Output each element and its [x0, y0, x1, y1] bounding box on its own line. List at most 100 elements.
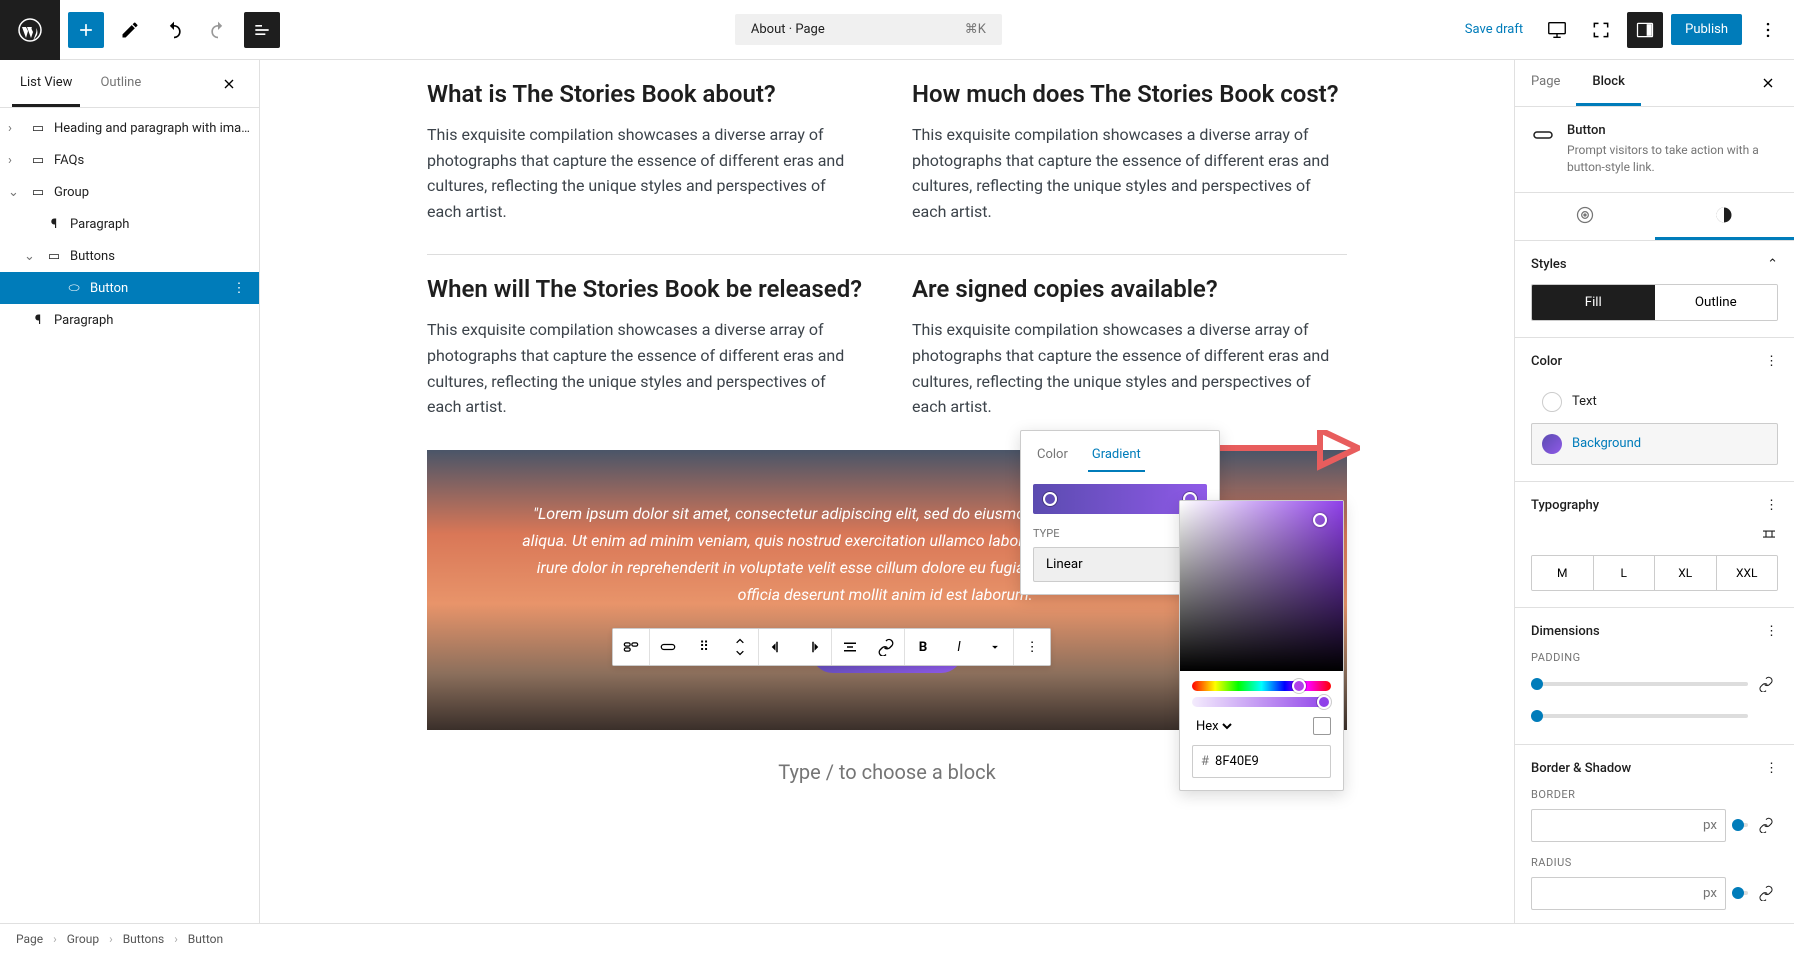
- block-options-button[interactable]: ⋮: [1014, 629, 1050, 665]
- save-draft-button[interactable]: Save draft: [1457, 14, 1531, 45]
- copy-color-button[interactable]: [1313, 717, 1331, 735]
- more-rich-text-button[interactable]: [977, 629, 1013, 665]
- move-buttons[interactable]: [722, 629, 758, 665]
- tree-item-paragraph[interactable]: ¶Paragraph: [0, 208, 259, 240]
- background-swatch: [1542, 434, 1562, 454]
- gradient-stop-left[interactable]: [1043, 492, 1057, 506]
- tree-item-group[interactable]: ⌄▭Group: [0, 176, 259, 208]
- block-breadcrumbs: Page› Group› Buttons› Button: [0, 923, 1794, 953]
- border-width-input[interactable]: [1531, 809, 1726, 842]
- padding-slider-h[interactable]: [1531, 682, 1748, 686]
- unlink-radius-icon[interactable]: [1754, 881, 1778, 905]
- radius-slider[interactable]: [1732, 891, 1748, 895]
- tree-item-paragraph-2[interactable]: ¶Paragraph: [0, 304, 259, 336]
- color-format-select[interactable]: Hex: [1192, 718, 1235, 735]
- faq-answer[interactable]: This exquisite compilation showcases a d…: [912, 122, 1347, 224]
- radius-input[interactable]: [1531, 877, 1726, 910]
- gradient-type-label: TYPE: [1033, 527, 1059, 540]
- size-xl-button[interactable]: XL: [1654, 556, 1716, 590]
- tree-item-button-selected[interactable]: ⬭Button⋮: [0, 272, 259, 304]
- wp-logo[interactable]: [0, 0, 60, 60]
- tree-item-faqs[interactable]: ›▭FAQs: [0, 144, 259, 176]
- hue-slider[interactable]: [1192, 681, 1331, 691]
- move-left-button[interactable]: [759, 629, 795, 665]
- close-settings-button[interactable]: [1750, 65, 1786, 101]
- align-button[interactable]: [832, 629, 868, 665]
- breadcrumb-item[interactable]: Buttons: [123, 932, 165, 946]
- style-fill-button[interactable]: Fill: [1532, 285, 1655, 320]
- faq-answer[interactable]: This exquisite compilation showcases a d…: [427, 317, 862, 419]
- padding-label: PADDING: [1531, 651, 1778, 664]
- italic-button[interactable]: I: [941, 629, 977, 665]
- breadcrumb-item[interactable]: Page: [16, 932, 43, 946]
- color-panel-title: Color: [1531, 354, 1562, 369]
- faq-question[interactable]: Are signed copies available?: [912, 275, 1347, 303]
- hex-input[interactable]: #: [1192, 745, 1331, 778]
- tab-block[interactable]: Block: [1576, 60, 1640, 106]
- close-list-view-button[interactable]: [211, 66, 247, 102]
- border-label: BORDER: [1531, 788, 1778, 801]
- border-slider[interactable]: [1732, 823, 1748, 827]
- gradient-tab[interactable]: Gradient: [1088, 439, 1145, 472]
- parent-block-button[interactable]: [613, 629, 649, 665]
- size-l-button[interactable]: L: [1593, 556, 1655, 590]
- faq-question[interactable]: When will The Stories Book be released?: [427, 275, 862, 303]
- text-swatch: [1542, 392, 1562, 412]
- border-panel-title: Border & Shadow: [1531, 761, 1631, 776]
- link-button[interactable]: [868, 629, 904, 665]
- faq-question[interactable]: What is The Stories Book about?: [427, 80, 862, 108]
- options-button[interactable]: [1750, 12, 1786, 48]
- page-title-command[interactable]: About · Page ⌘K: [735, 14, 1002, 45]
- document-overview-button[interactable]: [244, 12, 280, 48]
- border-options-icon[interactable]: ⋮: [1765, 761, 1778, 776]
- view-desktop-button[interactable]: [1539, 12, 1575, 48]
- collapse-icon[interactable]: ⌃: [1767, 257, 1778, 272]
- radius-label: RADIUS: [1531, 856, 1778, 869]
- fullscreen-button[interactable]: [1583, 12, 1619, 48]
- size-m-button[interactable]: M: [1532, 556, 1593, 590]
- settings-sidebar: Page Block Button Prompt visitors to tak…: [1514, 60, 1794, 923]
- publish-button[interactable]: Publish: [1671, 14, 1742, 45]
- drag-handle[interactable]: ⠿: [686, 629, 722, 665]
- color-options-icon[interactable]: ⋮: [1765, 354, 1778, 369]
- block-type-button[interactable]: [650, 629, 686, 665]
- tab-outline[interactable]: Outline: [92, 61, 149, 107]
- style-outline-button[interactable]: Outline: [1655, 285, 1778, 320]
- redo-button[interactable]: [200, 12, 236, 48]
- faq-answer[interactable]: This exquisite compilation showcases a d…: [912, 317, 1347, 419]
- tab-page[interactable]: Page: [1515, 60, 1576, 106]
- text-color-row[interactable]: Text: [1531, 381, 1778, 423]
- size-xxl-button[interactable]: XXL: [1716, 556, 1778, 590]
- add-block-button[interactable]: [68, 12, 104, 48]
- faq-answer[interactable]: This exquisite compilation showcases a d…: [427, 122, 862, 224]
- tree-item-options-icon[interactable]: ⋮: [227, 276, 251, 300]
- background-color-row[interactable]: Background: [1531, 423, 1778, 465]
- undo-button[interactable]: [156, 12, 192, 48]
- editor-canvas[interactable]: What is The Stories Book about? This exqu…: [260, 60, 1514, 923]
- breadcrumb-item[interactable]: Group: [67, 932, 99, 946]
- top-toolbar: About · Page ⌘K Save draft Publish: [0, 0, 1794, 60]
- unlink-border-icon[interactable]: [1754, 813, 1778, 837]
- saturation-area[interactable]: [1180, 501, 1343, 671]
- settings-tab-icon[interactable]: [1515, 193, 1655, 240]
- tree-item-heading-paragraph[interactable]: ›▭Heading and paragraph with image on t…: [0, 112, 259, 144]
- faq-question[interactable]: How much does The Stories Book cost?: [912, 80, 1347, 108]
- styles-tab-icon[interactable]: [1655, 193, 1794, 240]
- alpha-slider[interactable]: [1192, 697, 1331, 707]
- edit-tool-button[interactable]: [112, 12, 148, 48]
- move-right-button[interactable]: [795, 629, 831, 665]
- bold-button[interactable]: B: [905, 629, 941, 665]
- tree-item-buttons[interactable]: ⌄▭Buttons: [0, 240, 259, 272]
- tab-list-view[interactable]: List View: [12, 61, 80, 107]
- color-picker-popover: Hex #: [1179, 500, 1344, 791]
- dimensions-options-icon[interactable]: ⋮: [1765, 624, 1778, 639]
- link-sides-icon[interactable]: [1754, 672, 1778, 696]
- breadcrumb-item[interactable]: Button: [188, 932, 223, 946]
- block-card-desc: Prompt visitors to take action with a bu…: [1567, 142, 1778, 176]
- typography-options-icon[interactable]: ⋮: [1765, 498, 1778, 513]
- list-view-sidebar: List View Outline ›▭Heading and paragrap…: [0, 60, 260, 923]
- color-tab[interactable]: Color: [1033, 439, 1072, 472]
- padding-slider-v[interactable]: [1531, 714, 1748, 718]
- settings-sidebar-toggle[interactable]: [1627, 12, 1663, 48]
- custom-size-toggle[interactable]: [1760, 525, 1778, 547]
